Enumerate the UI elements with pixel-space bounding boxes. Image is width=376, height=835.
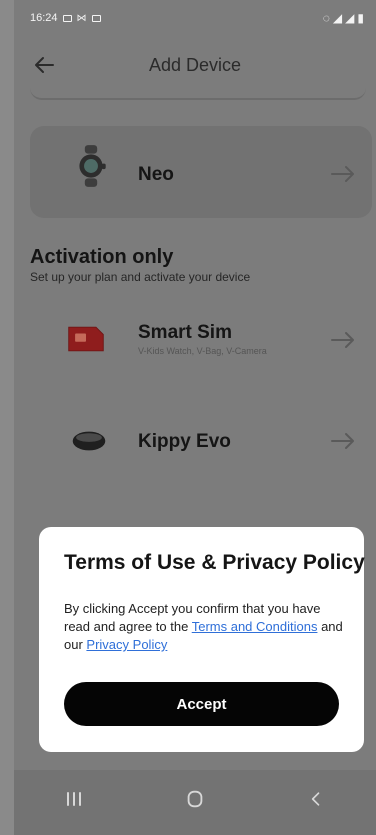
arrow-right-icon	[331, 166, 354, 182]
watch-icon	[79, 145, 106, 187]
accept-button[interactable]: Accept	[64, 682, 339, 726]
recent-apps-button[interactable]	[49, 781, 99, 817]
device-card-neo[interactable]: Neo	[30, 126, 372, 218]
dialog-body: By clicking Accept you confirm that you …	[64, 600, 346, 654]
activation-subtitle: Set up your plan and activate your devic…	[30, 270, 251, 284]
device-row-smart-sim[interactable]: Smart Sim V-Kids Watch, V-Bag, V-Camera	[30, 308, 372, 390]
dialog-title: Terms of Use & Privacy Policy	[64, 551, 365, 574]
battery-icon: ▮	[357, 11, 364, 25]
sim-card-icon	[68, 326, 104, 352]
terms-link[interactable]: Terms and Conditions	[192, 619, 318, 634]
signal-icon: ◢	[345, 11, 355, 25]
tracker-icon	[72, 431, 106, 451]
home-icon	[187, 790, 203, 808]
message-icon	[62, 14, 72, 22]
android-navigation-bar	[14, 770, 376, 835]
status-right: ◌ ◢ ◢ ▮	[323, 11, 364, 25]
previous-device-card-edge	[30, 82, 366, 100]
activation-title: Activation only	[30, 246, 174, 268]
device-name-smart-sim: Smart Sim	[138, 322, 232, 343]
privacy-policy-link[interactable]: Privacy Policy	[86, 637, 167, 652]
device-subtitle-smart-sim: V-Kids Watch, V-Bag, V-Camera	[138, 346, 267, 356]
arrow-right-icon	[331, 332, 354, 348]
home-button[interactable]	[170, 781, 220, 817]
status-left: 16:24 ⋈	[30, 12, 101, 24]
recent-apps-icon	[67, 792, 82, 806]
terms-dialog: Terms of Use & Privacy Policy By clickin…	[39, 527, 365, 752]
arrow-right-icon	[331, 433, 354, 449]
wifi-icon: ◌	[322, 11, 330, 25]
device-name-neo: Neo	[138, 164, 174, 185]
device-name-kippy-evo: Kippy Evo	[138, 431, 231, 452]
status-bar: 16:24 ⋈ ◌ ◢ ◢ ▮	[14, 0, 376, 36]
calendar-icon	[91, 14, 101, 22]
back-button[interactable]	[291, 781, 341, 817]
device-row-kippy-evo[interactable]: Kippy Evo	[30, 400, 372, 482]
device-row-neo[interactable]: Neo	[30, 132, 372, 214]
time: 16:24	[30, 12, 58, 24]
mail-icon: ⋈	[76, 12, 87, 24]
page-title: Add Device	[148, 55, 242, 75]
back-icon	[311, 792, 319, 806]
signal-icon: ◢	[332, 11, 343, 25]
